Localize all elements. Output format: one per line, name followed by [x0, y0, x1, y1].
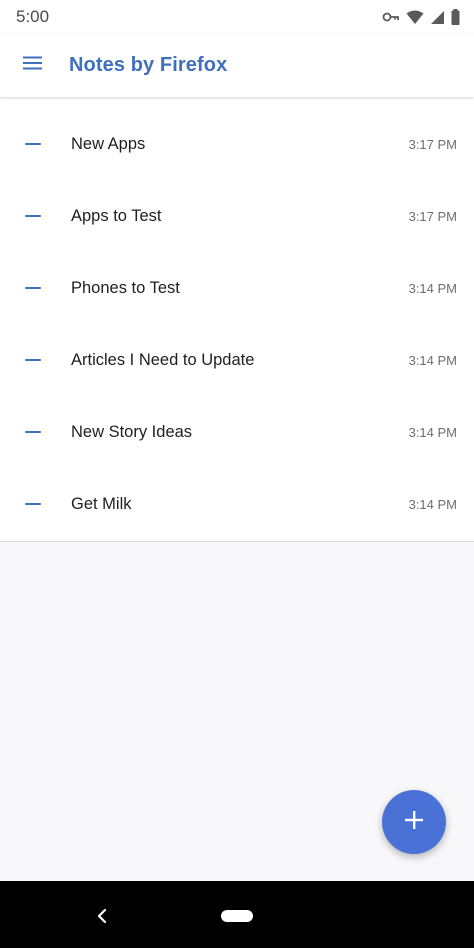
- note-dash-icon: [25, 287, 41, 289]
- home-pill-icon[interactable]: [221, 910, 253, 922]
- note-dash-icon: [25, 503, 41, 505]
- note-row[interactable]: Phones to Test 3:14 PM: [0, 253, 474, 325]
- new-note-button[interactable]: [382, 790, 446, 854]
- note-time: 3:17 PM: [408, 209, 457, 224]
- app-title: Notes by Firefox: [69, 54, 228, 76]
- notes-list: New Apps 3:17 PM Apps to Test 3:17 PM Ph…: [0, 97, 474, 542]
- note-title: Apps to Test: [71, 207, 162, 225]
- note-title: New Apps: [71, 135, 146, 153]
- back-icon[interactable]: [92, 906, 112, 926]
- note-dash-icon: [25, 431, 41, 433]
- menu-button[interactable]: [14, 46, 52, 84]
- status-bar: 5:00: [0, 0, 474, 34]
- note-dash-icon: [25, 215, 41, 217]
- note-title: Get Milk: [71, 495, 132, 513]
- note-title: Phones to Test: [71, 279, 180, 297]
- screen: 5:00 Notes by Firefox New Apps 3:17 PM A…: [0, 0, 474, 948]
- wifi-icon: [406, 10, 424, 25]
- battery-icon: [451, 9, 460, 25]
- note-time: 3:14 PM: [408, 353, 457, 368]
- note-time: 3:14 PM: [408, 425, 457, 440]
- note-row[interactable]: New Story Ideas 3:14 PM: [0, 397, 474, 469]
- note-dash-icon: [25, 359, 41, 361]
- note-row[interactable]: New Apps 3:17 PM: [0, 109, 474, 181]
- note-title: New Story Ideas: [71, 423, 193, 441]
- vpn-key-icon: [382, 10, 400, 24]
- note-dash-icon: [25, 143, 41, 145]
- note-row[interactable]: Get Milk 3:14 PM: [0, 469, 474, 541]
- plus-icon: [404, 810, 424, 835]
- note-row[interactable]: Apps to Test 3:17 PM: [0, 181, 474, 253]
- cell-signal-icon: [430, 10, 445, 25]
- hamburger-menu-icon: [23, 55, 43, 76]
- app-bar: Notes by Firefox: [0, 34, 474, 97]
- note-time: 3:17 PM: [408, 137, 457, 152]
- navigation-bar: [0, 881, 474, 948]
- note-title: Articles I Need to Update: [71, 351, 255, 369]
- note-row[interactable]: Articles I Need to Update 3:14 PM: [0, 325, 474, 397]
- status-time: 5:00: [16, 7, 50, 26]
- note-time: 3:14 PM: [408, 281, 457, 296]
- status-icons: [382, 8, 460, 26]
- note-time: 3:14 PM: [408, 497, 457, 512]
